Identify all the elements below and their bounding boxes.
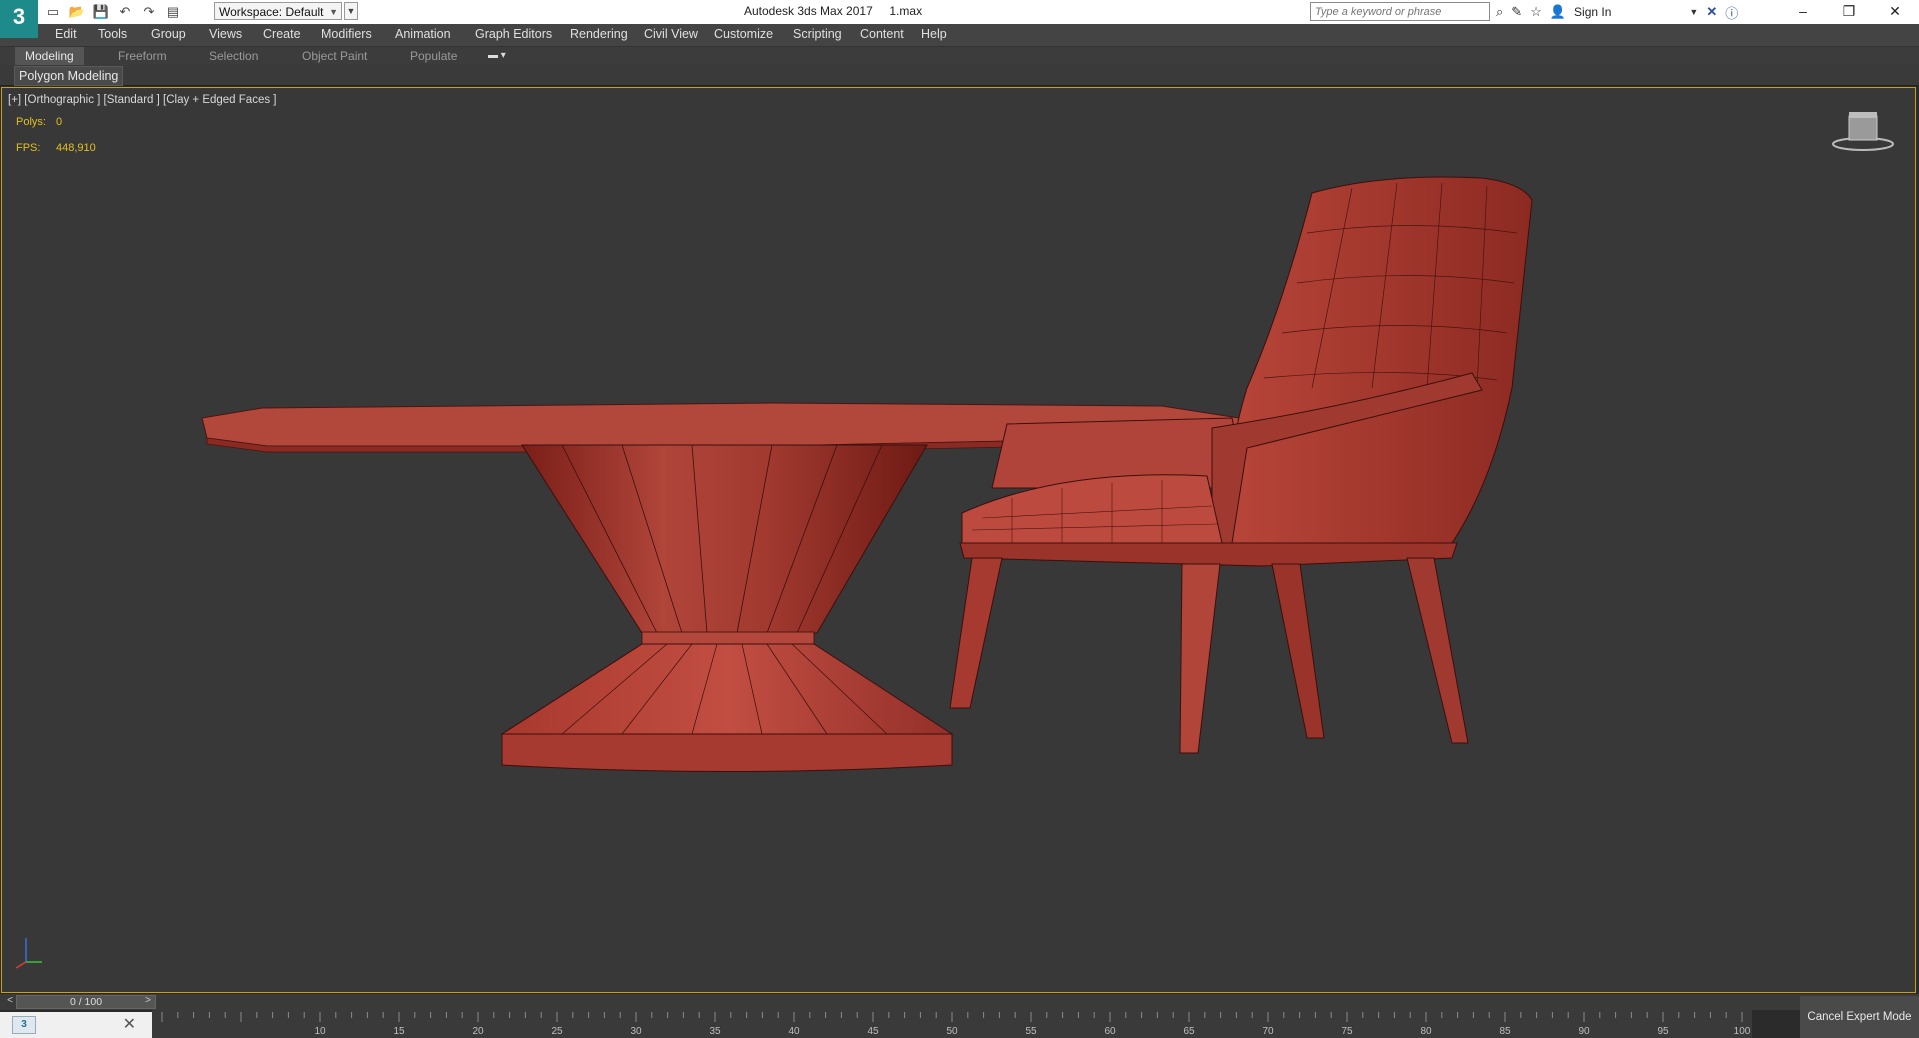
app-title: Autodesk 3ds Max 2017 bbox=[744, 4, 873, 18]
window-title: Autodesk 3ds Max 2017 1.max bbox=[744, 4, 922, 18]
tab-populate[interactable]: Populate bbox=[400, 47, 467, 65]
user-icon[interactable]: 👤 bbox=[1550, 4, 1566, 20]
fps-value: 448,910 bbox=[56, 142, 96, 154]
tab-object-paint[interactable]: Object Paint bbox=[292, 47, 377, 65]
track-tick-label: 30 bbox=[630, 1026, 642, 1037]
app-thumbnail-icon: 3 bbox=[12, 1016, 36, 1034]
track-tick-label: 100 bbox=[1734, 1026, 1751, 1037]
time-slider-frame[interactable]: 0 / 100 bbox=[16, 995, 156, 1009]
fps-label: FPS: bbox=[16, 142, 41, 154]
workspace-dropdown[interactable]: Workspace: Default ▼ bbox=[214, 2, 342, 20]
track-tick-label: 20 bbox=[472, 1026, 484, 1037]
tab-modeling[interactable]: Modeling bbox=[15, 47, 84, 65]
tab-selection[interactable]: Selection bbox=[199, 47, 268, 65]
sign-in-link[interactable]: Sign In bbox=[1574, 5, 1611, 19]
time-slider[interactable]: < 0 / 100 > bbox=[0, 994, 1919, 1010]
track-tick-label: 85 bbox=[1499, 1026, 1511, 1037]
menu-create[interactable]: Create bbox=[263, 27, 301, 41]
track-tick-label: 60 bbox=[1104, 1026, 1116, 1037]
polys-stat: Polys: 0 bbox=[16, 116, 62, 128]
menu-bar: Edit Tools Group Views Create Modifiers … bbox=[0, 24, 1919, 47]
ribbon-panel-bar: Polygon Modeling bbox=[0, 65, 1919, 86]
viewcube-icon[interactable] bbox=[1831, 106, 1895, 156]
ribbon-tabs: Modeling Freeform Selection Object Paint… bbox=[0, 47, 1919, 65]
minimized-window-thumbnail[interactable]: 3 ✕ bbox=[0, 1012, 152, 1038]
menu-views[interactable]: Views bbox=[209, 27, 242, 41]
app-logo-icon[interactable]: 3 bbox=[0, 0, 38, 38]
undo-icon[interactable]: ↶ bbox=[116, 3, 134, 21]
chevron-down-icon[interactable]: ▼ bbox=[1689, 7, 1698, 17]
binoculars-icon[interactable]: ⌕ bbox=[1496, 4, 1503, 20]
chevron-down-icon: ▼ bbox=[329, 7, 338, 17]
menu-help[interactable]: Help bbox=[921, 27, 947, 41]
fps-stat: FPS: 448,910 bbox=[16, 142, 96, 154]
close-button[interactable]: ✕ bbox=[1872, 0, 1918, 24]
chevron-left-icon[interactable]: < bbox=[4, 995, 16, 1009]
track-tick-label: 80 bbox=[1420, 1026, 1432, 1037]
scene-render bbox=[201, 176, 1533, 772]
polys-value: 0 bbox=[56, 116, 63, 128]
close-icon[interactable]: ✕ bbox=[123, 1014, 136, 1034]
track-tick-label: 35 bbox=[709, 1026, 721, 1037]
project-folder-icon[interactable]: ▤ bbox=[164, 3, 182, 21]
track-tick-label: 40 bbox=[788, 1026, 800, 1037]
track-tick-label: 70 bbox=[1262, 1026, 1274, 1037]
menu-customize[interactable]: Customize bbox=[714, 27, 773, 41]
viewport-label[interactable]: [+] [Orthographic ] [Standard ] [Clay + … bbox=[8, 94, 276, 106]
chevron-right-icon[interactable]: > bbox=[142, 995, 154, 1009]
axis-tripod-icon bbox=[15, 938, 42, 969]
open-file-icon[interactable]: 📂 bbox=[68, 3, 86, 21]
track-bar[interactable]: 10 15 20 25 30 35 40 45 50 55 60 65 70 75 80 85 90 95 100 bbox=[152, 1010, 1752, 1038]
menu-scripting[interactable]: Scripting bbox=[793, 27, 842, 41]
minimize-button[interactable]: – bbox=[1780, 0, 1826, 24]
workspace-label: Workspace: Default bbox=[219, 5, 324, 19]
menu-tools[interactable]: Tools bbox=[98, 27, 127, 41]
ribbon-toggle-icon[interactable]: ▬ ▾ bbox=[488, 50, 506, 61]
menu-graph-editors[interactable]: Graph Editors bbox=[475, 27, 552, 41]
favorites-star-icon[interactable]: ☆ bbox=[1530, 4, 1542, 20]
track-tick-label: 90 bbox=[1578, 1026, 1590, 1037]
restore-button[interactable]: ❐ bbox=[1826, 0, 1872, 24]
tab-freeform[interactable]: Freeform bbox=[108, 47, 177, 65]
menu-edit[interactable]: Edit bbox=[55, 27, 77, 41]
track-tick-label: 50 bbox=[946, 1026, 958, 1037]
track-tick-label: 45 bbox=[867, 1026, 879, 1037]
menu-modifiers[interactable]: Modifiers bbox=[321, 27, 372, 41]
exchange-apps-icon[interactable]: ✕ bbox=[1706, 4, 1717, 20]
menu-rendering[interactable]: Rendering bbox=[570, 27, 628, 41]
track-tick-label: 65 bbox=[1183, 1026, 1195, 1037]
new-file-icon[interactable]: ▭ bbox=[44, 3, 62, 21]
help-icon[interactable]: ⓘ bbox=[1725, 3, 1738, 22]
menu-civil-view[interactable]: Civil View bbox=[644, 27, 698, 41]
viewport[interactable]: [+] [Orthographic ] [Standard ] [Clay + … bbox=[1, 87, 1916, 993]
menu-content[interactable]: Content bbox=[860, 27, 904, 41]
track-tick-label: 95 bbox=[1657, 1026, 1669, 1037]
quick-access-toolbar: ▭ 📂 💾 ↶ ↷ ▤ bbox=[44, 2, 182, 22]
redo-icon[interactable]: ↷ bbox=[140, 3, 158, 21]
menu-animation[interactable]: Animation bbox=[395, 27, 451, 41]
communication-icon[interactable]: ✎ bbox=[1511, 4, 1522, 20]
title-bar: 3 ▭ 📂 💾 ↶ ↷ ▤ Workspace: Default ▼ ▼ Aut… bbox=[0, 0, 1919, 38]
track-tick-label: 15 bbox=[393, 1026, 405, 1037]
polys-label: Polys: bbox=[16, 116, 46, 128]
save-icon[interactable]: 💾 bbox=[92, 3, 110, 21]
track-tick-label: 10 bbox=[314, 1026, 326, 1037]
track-tick-label: 25 bbox=[551, 1026, 563, 1037]
cancel-expert-mode-button[interactable]: Cancel Expert Mode bbox=[1800, 996, 1919, 1038]
chair bbox=[949, 176, 1533, 754]
search-input[interactable] bbox=[1310, 2, 1490, 21]
track-tick-label: 55 bbox=[1025, 1026, 1037, 1037]
customize-toolbar-dropdown[interactable]: ▼ bbox=[344, 2, 358, 20]
infocenter-toolbar: ⌕ ✎ ☆ 👤 Sign In ▼ ✕ ⓘ bbox=[1496, 2, 1738, 22]
track-tick-label: 75 bbox=[1341, 1026, 1353, 1037]
file-name: 1.max bbox=[889, 4, 923, 18]
polygon-modeling-panel[interactable]: Polygon Modeling bbox=[14, 66, 124, 86]
menu-group[interactable]: Group bbox=[151, 27, 186, 41]
